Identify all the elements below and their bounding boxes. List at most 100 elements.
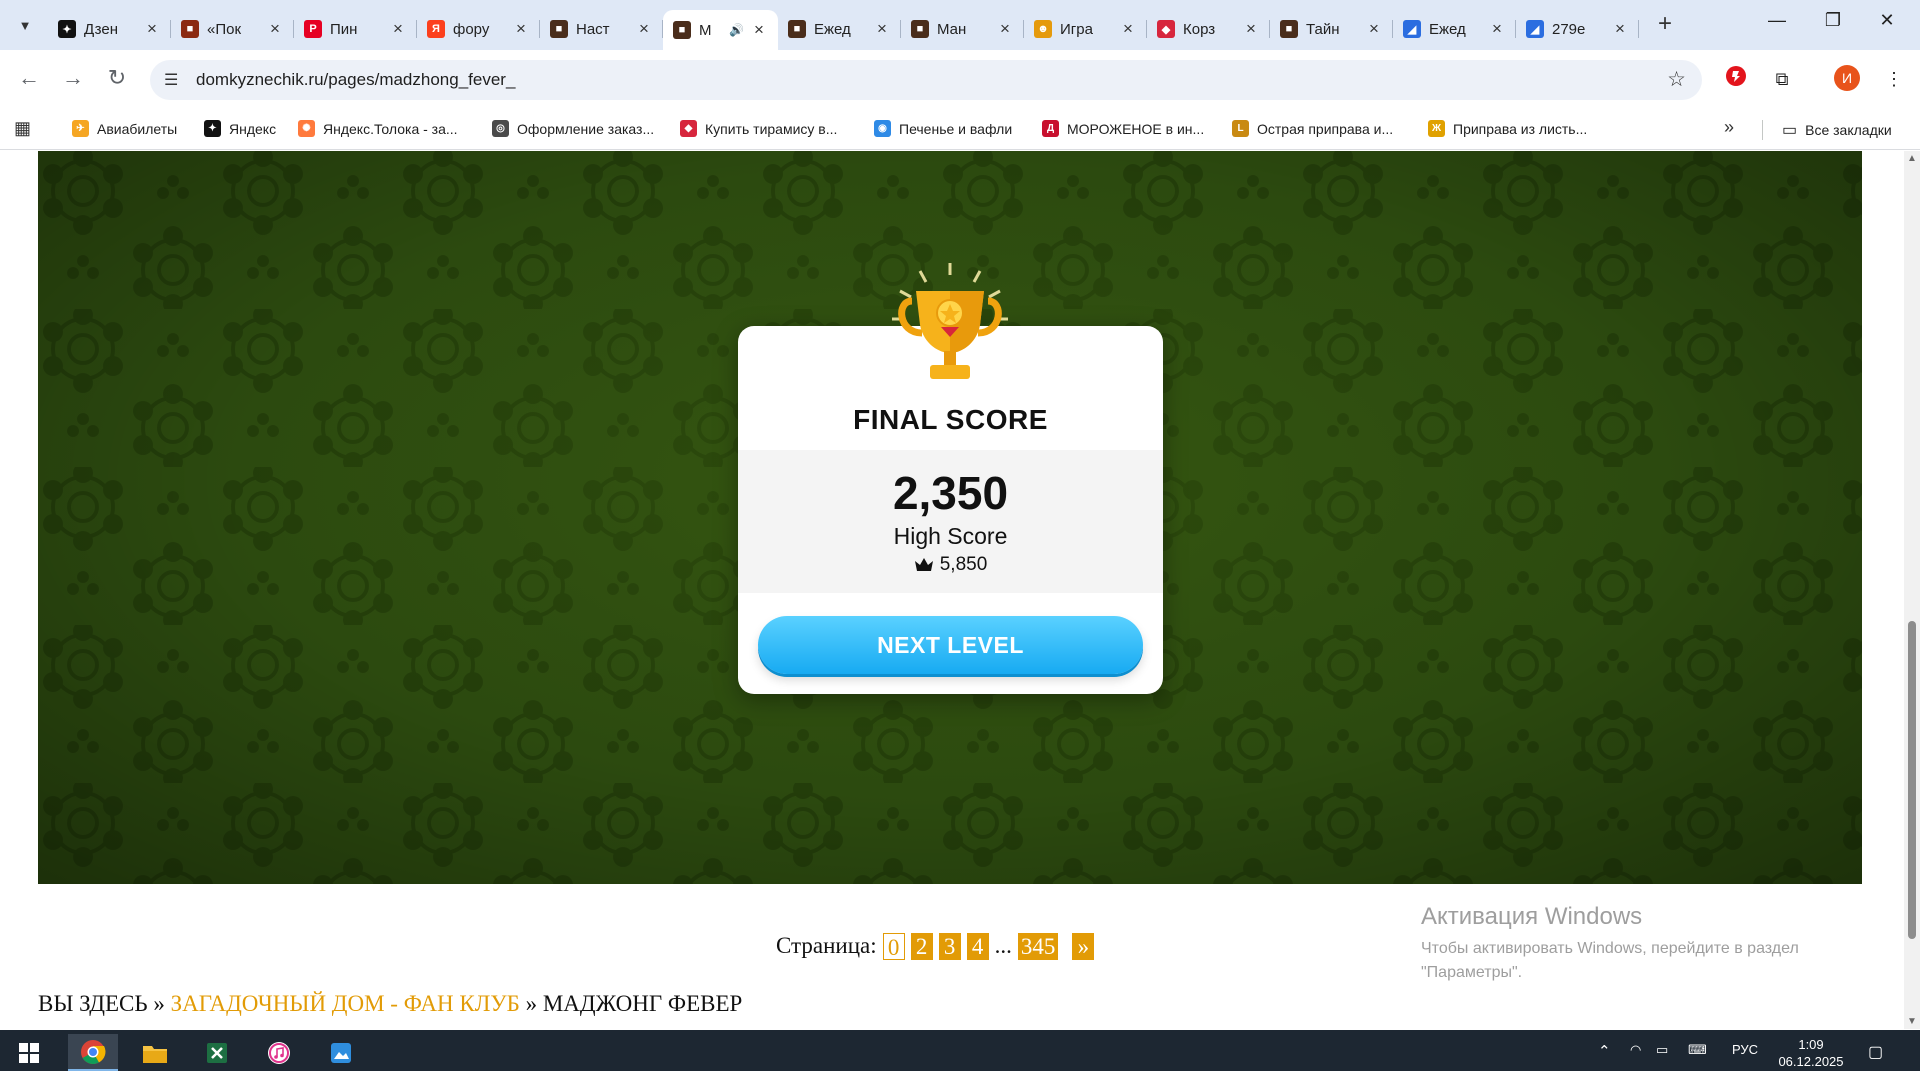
bookmark-item[interactable]: ✦ Яндекс xyxy=(204,120,276,137)
tab-title: М xyxy=(699,21,712,39)
browser-tab[interactable]: ■ Ман × xyxy=(901,10,1024,48)
itunes-icon[interactable] xyxy=(254,1034,304,1071)
bookmark-item[interactable]: ✈ Авиабилеты xyxy=(72,120,177,137)
wifi-icon[interactable]: ◠ xyxy=(1630,1042,1641,1058)
page-scrollbar[interactable]: ▲ ▼ xyxy=(1904,151,1920,1029)
browser-tab[interactable]: P Пин × xyxy=(294,10,417,48)
tab-close-icon[interactable]: × xyxy=(996,19,1014,39)
new-tab-plus-icon[interactable]: + xyxy=(1652,12,1678,38)
breadcrumb: ВЫ ЗДЕСЬ » ЗАГАДОЧНЫЙ ДОМ - ФАН КЛУБ » М… xyxy=(38,991,742,1017)
windows-taskbar: ⌃ ◠ ▭ ⌨ РУС 1:09 06.12.2025 ▢ xyxy=(0,1030,1920,1071)
notifications-icon[interactable]: ▢ xyxy=(1868,1042,1883,1062)
bookmark-item[interactable]: L Острая приправа и... xyxy=(1232,120,1393,137)
tab-close-icon[interactable]: × xyxy=(143,19,161,39)
browser-tab[interactable]: ■ Тайн × xyxy=(1270,10,1393,48)
page-link-last[interactable]: 345 xyxy=(1017,932,1059,960)
tab-title: Дзен xyxy=(84,20,118,38)
breadcrumb-link-fan-club[interactable]: ЗАГАДОЧНЫЙ ДОМ - ФАН КЛУБ xyxy=(171,991,520,1016)
tab-list: ✦ Дзен × ■ «Пок × P Пин × Яфору × ■ Наст × ■ М 🔊 × ■ Ежед × ■… xyxy=(48,6,1639,50)
tab-title: 279e xyxy=(1552,20,1586,38)
tab-favicon-icon: ◢ xyxy=(1526,20,1544,38)
input-language[interactable]: РУС xyxy=(1732,1042,1758,1057)
page-link[interactable]: 4 xyxy=(966,932,989,960)
tab-close-icon[interactable]: × xyxy=(873,19,891,39)
tab-close-icon[interactable]: × xyxy=(1242,19,1260,39)
bookmarks-bar: ▦ ✈ Авиабилеты ✦ Яндекс ✺ Яндекс.Толока - за.… xyxy=(0,108,1920,150)
show-hidden-icons-chevron[interactable]: ⌃ xyxy=(1598,1042,1611,1060)
forward-arrow-icon[interactable]: → xyxy=(58,64,88,94)
browser-tab[interactable]: ☻ Игра × xyxy=(1024,10,1147,48)
browser-tab[interactable]: Яфору × xyxy=(417,10,540,48)
more-bookmarks-icon[interactable]: » xyxy=(1724,117,1734,138)
restore-icon[interactable]: ❐ xyxy=(1808,10,1858,40)
taskbar-clock[interactable]: 1:09 06.12.2025 xyxy=(1772,1036,1850,1070)
tab-title: фору xyxy=(453,20,490,38)
close-window-icon[interactable]: ✕ xyxy=(1862,10,1912,40)
pagination: Страница: 0 2 3 4 ... 345 » xyxy=(776,931,1095,961)
bookmark-label: Печенье и вафли xyxy=(899,120,1013,137)
photos-app-icon[interactable] xyxy=(316,1034,366,1071)
bookmark-item[interactable]: ◎ Оформление заказ... xyxy=(492,120,654,137)
reload-icon[interactable]: ↻ xyxy=(102,64,132,94)
clock-date: 06.12.2025 xyxy=(1778,1054,1844,1069)
tab-close-icon[interactable]: × xyxy=(1119,19,1137,39)
page-link[interactable]: 2 xyxy=(910,932,933,960)
bookmark-star-icon[interactable]: ☆ xyxy=(1667,67,1686,92)
breadcrumb-separator: » xyxy=(525,991,538,1016)
bookmark-label: Острая приправа и... xyxy=(1257,120,1394,137)
scroll-down-arrow-icon[interactable]: ▼ xyxy=(1904,1016,1920,1027)
excel-icon[interactable] xyxy=(192,1034,242,1071)
bookmark-item[interactable]: Д МОРОЖЕНОЕ в ин... xyxy=(1042,120,1204,137)
tab-close-icon[interactable]: × xyxy=(389,19,407,39)
extension-shield-icon[interactable] xyxy=(1722,65,1750,93)
tab-close-icon[interactable]: × xyxy=(750,20,768,40)
browser-tab[interactable]: ✦ Дзен × xyxy=(48,10,171,48)
page-link-current[interactable]: 0 xyxy=(882,932,905,960)
tab-close-icon[interactable]: × xyxy=(1611,19,1629,39)
back-arrow-icon[interactable]: ← xyxy=(14,64,44,94)
bookmark-item[interactable]: ◉ Печенье и вафли xyxy=(874,120,1012,137)
browser-tab[interactable]: ■ М 🔊 × xyxy=(663,10,778,50)
browser-tab[interactable]: ◢ 279e × xyxy=(1516,10,1639,48)
browser-tab[interactable]: ◢ Ежед × xyxy=(1393,10,1516,48)
chrome-taskbar-icon[interactable] xyxy=(68,1034,118,1071)
tab-close-icon[interactable]: × xyxy=(266,19,284,39)
browser-tab[interactable]: ■ Ежед × xyxy=(778,10,901,48)
tab-close-icon[interactable]: × xyxy=(1365,19,1383,39)
site-info-icon[interactable]: ☰ xyxy=(164,70,178,90)
battery-icon[interactable]: ▭ xyxy=(1656,1042,1668,1058)
scroll-up-arrow-icon[interactable]: ▲ xyxy=(1904,153,1920,164)
tab-close-icon[interactable]: × xyxy=(512,19,530,39)
extensions-puzzle-icon[interactable]: ⧉ xyxy=(1768,65,1796,93)
breadcrumb-current: МАДЖОНГ ФЕВЕР xyxy=(542,991,743,1016)
game-canvas[interactable]: FINAL SCORE 2,350 High Score 5,850 NEXT … xyxy=(38,151,1862,884)
bookmark-label: Яндекс xyxy=(229,120,277,137)
all-bookmarks-button[interactable]: ▭ Все закладки xyxy=(1782,120,1892,140)
keyboard-icon[interactable]: ⌨ xyxy=(1688,1042,1707,1058)
next-page-link[interactable]: » xyxy=(1072,932,1095,960)
tab-close-icon[interactable]: × xyxy=(1488,19,1506,39)
url-text[interactable]: domkyznechik.ru/pages/madzhong_fever_ xyxy=(196,70,515,90)
browser-tab[interactable]: ■ Наст × xyxy=(540,10,663,48)
profile-avatar[interactable]: И xyxy=(1834,65,1860,91)
address-bar[interactable]: ☰ domkyznechik.ru/pages/madzhong_fever_ … xyxy=(150,60,1702,100)
browser-tab[interactable]: ◆ Корз × xyxy=(1147,10,1270,48)
bookmark-label: Авиабилеты xyxy=(97,120,178,137)
file-explorer-icon[interactable] xyxy=(130,1034,180,1071)
minimize-icon[interactable]: — xyxy=(1752,10,1802,40)
bookmark-item[interactable]: ✺ Яндекс.Толока - за... xyxy=(298,120,458,137)
tab-audio-icon[interactable]: 🔊 xyxy=(729,23,744,37)
page-link[interactable]: 3 xyxy=(938,932,961,960)
apps-grid-icon[interactable]: ▦ xyxy=(14,118,31,139)
browser-toolbar: ← → ↻ ☰ domkyznechik.ru/pages/madzhong_f… xyxy=(0,50,1920,108)
tab-close-icon[interactable]: × xyxy=(635,19,653,39)
next-level-button[interactable]: NEXT LEVEL xyxy=(758,616,1143,674)
tab-favicon-icon: ◆ xyxy=(1157,20,1175,38)
tab-search-chevron-icon[interactable]: ▼ xyxy=(12,12,38,38)
browser-tab[interactable]: ■ «Пок × xyxy=(171,10,294,48)
scroll-thumb[interactable] xyxy=(1908,621,1916,939)
bookmark-item[interactable]: Ж Приправа из листь... xyxy=(1428,120,1587,137)
bookmark-item[interactable]: ◆ Купить тирамису в... xyxy=(680,120,837,137)
menu-dots-icon[interactable]: ⋮ xyxy=(1880,65,1908,93)
windows-start-icon[interactable] xyxy=(4,1034,54,1071)
